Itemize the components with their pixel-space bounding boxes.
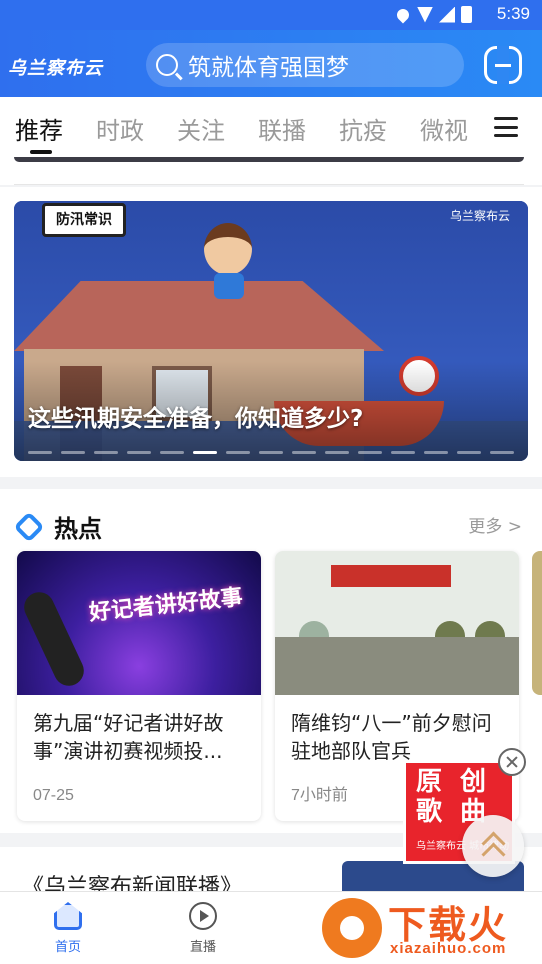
nav-live[interactable]: 直播: [163, 902, 243, 955]
status-time: 5:39: [496, 4, 530, 23]
back-to-top-button[interactable]: [462, 815, 524, 877]
hot-topic-icon: [13, 510, 45, 543]
carousel-dot: [61, 451, 85, 454]
scan-icon[interactable]: [484, 46, 522, 84]
tab-anti-epidemic[interactable]: 抗疫: [339, 111, 387, 146]
carousel-dot: [325, 451, 349, 454]
status-icons: [394, 6, 472, 23]
carousel-dot: [226, 451, 250, 454]
play-icon: [189, 902, 217, 930]
signal-icon: [439, 6, 455, 23]
battery-icon: [461, 6, 472, 23]
carousel-dot: [292, 451, 316, 454]
app-logo[interactable]: 乌兰察布云: [8, 54, 103, 80]
watermark-flame-icon: [322, 898, 382, 958]
more-link[interactable]: 更多 >: [468, 512, 522, 537]
banner-card: 防汛常识 乌兰察布云 这些汛期安全准备，你知道多少?: [0, 187, 542, 477]
carousel-dot: [94, 451, 118, 454]
home-icon: [54, 902, 82, 930]
card-thumbnail: [275, 551, 519, 695]
carousel-indicator: [28, 451, 514, 454]
carousel-dot: [127, 451, 151, 454]
tab-follow[interactable]: 关注: [177, 111, 225, 146]
news-title: 《乌兰察布新闻联播》: [22, 875, 243, 891]
hot-card[interactable]: 好记者讲好故事 第九届“好记者讲好故事”演讲初赛视频投... 07-25: [17, 551, 261, 821]
tab-recommend[interactable]: 推荐: [15, 111, 63, 146]
card-date: 07-25: [33, 787, 74, 804]
nav-label: 首页: [54, 940, 81, 955]
previous-item-edge: [0, 157, 542, 185]
banner-brand: 乌兰察布云: [449, 209, 510, 223]
menu-icon[interactable]: [494, 117, 518, 137]
tab-politics[interactable]: 时政: [96, 111, 144, 146]
carousel-dot: [193, 451, 217, 454]
section-title: 热点: [54, 515, 102, 543]
app-header: 乌兰察布云 筑就体育强国梦: [0, 30, 542, 97]
wifi-icon: [417, 6, 433, 23]
hot-card-partial[interactable]: [532, 551, 542, 695]
tab-micro-video[interactable]: 微视: [420, 111, 470, 146]
watermark-url: xiazaihuo.com: [390, 940, 507, 957]
search-bar[interactable]: 筑就体育强国梦: [146, 43, 464, 87]
carousel-dot: [490, 451, 514, 454]
carousel-dot: [259, 451, 283, 454]
close-icon[interactable]: [498, 748, 526, 776]
nav-label: 直播: [189, 940, 216, 955]
carousel-dot: [358, 451, 382, 454]
carousel-dot: [160, 451, 184, 454]
status-bar: 5:39: [0, 0, 542, 30]
nav-home[interactable]: 首页: [28, 902, 108, 955]
card-thumbnail: 好记者讲好故事: [17, 551, 261, 695]
carousel-dot: [424, 451, 448, 454]
search-icon: [156, 54, 178, 76]
microphone-icon: [19, 587, 89, 691]
search-hot-text: 筑就体育强国梦: [188, 55, 349, 81]
carousel-dot: [391, 451, 415, 454]
child-illustration: [204, 223, 252, 275]
banner-carousel[interactable]: 防汛常识 乌兰察布云 这些汛期安全准备，你知道多少?: [14, 201, 528, 461]
card-title: 第九届“好记者讲好故事”演讲初赛视频投...: [33, 711, 224, 763]
carousel-dot: [28, 451, 52, 454]
channel-tabs: 推荐 时政 关注 联播 抗疫 微视: [0, 97, 542, 157]
banner-tag: 防汛常识: [42, 203, 126, 237]
location-icon: [394, 6, 412, 23]
watermark: 下载火 xiazaihuo.com: [322, 892, 542, 964]
carousel-dot: [457, 451, 481, 454]
tab-broadcast[interactable]: 联播: [258, 111, 306, 146]
card-date: 7小时前: [291, 787, 348, 804]
banner-caption[interactable]: 这些汛期安全准备，你知道多少?: [28, 399, 363, 433]
active-tab-indicator: [30, 150, 52, 154]
thumbnail-text: 好记者讲好故事: [88, 585, 244, 626]
